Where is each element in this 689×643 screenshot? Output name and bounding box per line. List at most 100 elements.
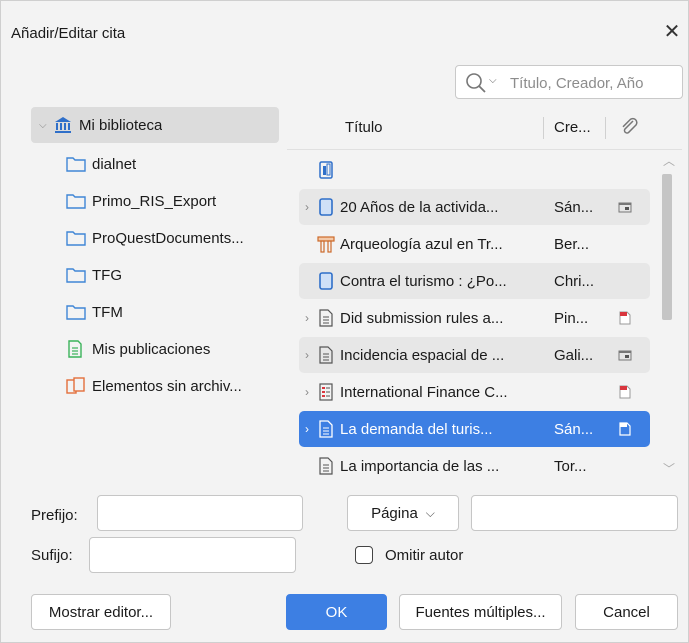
snapshot-icon[interactable] <box>615 197 635 217</box>
library-icon <box>53 116 73 134</box>
ok-button[interactable]: OK <box>286 594 387 630</box>
item-title: Did submission rules a... <box>340 309 504 327</box>
book-section-icon <box>315 160 337 180</box>
item-title: Contra el turismo : ¿Po... <box>340 272 507 290</box>
row-twisty[interactable]: › <box>299 348 315 362</box>
tree-item-label: Primo_RIS_Export <box>92 192 217 210</box>
tree-item-label: dialnet <box>92 155 137 173</box>
book-icon <box>315 197 337 217</box>
search-box[interactable]: ⌵ <box>455 65 683 99</box>
folder-icon <box>66 192 86 210</box>
pdf-icon[interactable] <box>615 308 635 328</box>
publications-icon <box>66 340 86 358</box>
suffix-label: Sufijo: <box>31 547 73 564</box>
item-creator: Tor... <box>554 457 587 475</box>
dialog-title: Añadir/Editar cita <box>11 25 126 42</box>
tree-item-my-publications[interactable]: Mis publicaciones <box>31 331 279 367</box>
snapshot-icon[interactable] <box>615 345 635 365</box>
column-divider[interactable] <box>543 117 544 139</box>
list-item-selected[interactable]: › La demanda del turis... Sán... <box>299 411 650 447</box>
row-twisty[interactable]: › <box>299 385 315 399</box>
pdf-icon[interactable] <box>615 382 635 402</box>
tree-item-label: TFM <box>92 303 123 321</box>
scroll-down-icon[interactable]: ﹀ <box>663 460 675 477</box>
list-item[interactable] <box>299 152 650 188</box>
tree-item-tfm[interactable]: TFM <box>31 294 279 330</box>
items-list-header: Título Cre... <box>287 107 682 150</box>
item-creator: Sán... <box>554 198 594 216</box>
tree-item-label: Elementos sin archiv... <box>92 377 242 395</box>
tree-item-label: Mis publicaciones <box>92 340 211 358</box>
tree-item-label: Mi biblioteca <box>79 116 163 134</box>
list-item[interactable]: › Did submission rules a... Pin... <box>299 300 650 336</box>
item-creator: Gali... <box>554 346 594 364</box>
locator-select[interactable]: Página ⌵ <box>347 495 459 531</box>
column-header-creator[interactable]: Cre... <box>554 119 591 136</box>
omit-author-label[interactable]: Omitir autor <box>385 547 463 564</box>
item-creator: Sán... <box>554 420 594 438</box>
close-icon[interactable]: ✕ <box>662 19 682 44</box>
scroll-up-icon[interactable]: ︿ <box>663 152 675 169</box>
search-mode-chevron-down-icon[interactable]: ⌵ <box>489 75 497 86</box>
document-icon <box>315 456 337 476</box>
scrollbar-thumb[interactable] <box>662 174 672 320</box>
list-item[interactable]: › International Finance C... <box>299 374 650 410</box>
add-edit-citation-dialog: Añadir/Editar cita ✕ ⌵ ⌵ Mi biblioteca d… <box>0 0 689 643</box>
paperclip-icon[interactable] <box>617 115 641 139</box>
prefix-label: Prefijo: <box>31 507 78 524</box>
item-creator: Pin... <box>554 309 589 327</box>
item-title: La demanda del turis... <box>340 420 493 438</box>
item-creator: Chri... <box>554 272 595 290</box>
list-item[interactable]: La importancia de las ... Tor... <box>299 448 650 484</box>
tree-item-proquest-documents[interactable]: ProQuestDocuments... <box>31 220 279 256</box>
item-title: 20 Años de la activida... <box>340 198 499 216</box>
expand-chevron-down-icon[interactable]: ⌵ <box>39 120 53 131</box>
tree-item-label: ProQuestDocuments... <box>92 229 244 247</box>
folder-icon <box>66 155 86 173</box>
tree-item-tfg[interactable]: TFG <box>31 257 279 293</box>
folder-icon <box>66 266 86 284</box>
row-twisty[interactable]: › <box>299 311 315 325</box>
locator-field[interactable] <box>471 495 678 531</box>
cancel-button[interactable]: Cancel <box>575 594 678 630</box>
item-title: Arqueología azul en Tr... <box>340 235 503 253</box>
item-title: La importancia de las ... <box>340 457 500 475</box>
column-header-title[interactable]: Título <box>345 119 383 136</box>
tree-item-primo-ris-export[interactable]: Primo_RIS_Export <box>31 183 279 219</box>
tree-item-my-library[interactable]: ⌵ Mi biblioteca <box>31 107 279 143</box>
pdf-icon[interactable] <box>615 419 635 439</box>
list-item[interactable]: › 20 Años de la activida... Sán... <box>299 189 650 225</box>
book-icon <box>315 271 337 291</box>
item-creator: Ber... <box>554 235 590 253</box>
list-item[interactable]: Arqueología azul en Tr... Ber... <box>299 226 650 262</box>
row-twisty[interactable]: › <box>299 200 315 214</box>
multiple-sources-button[interactable]: Fuentes múltiples... <box>399 594 562 630</box>
tree-item-label: TFG <box>92 266 122 284</box>
row-twisty[interactable]: › <box>299 422 315 436</box>
tree-item-unfiled-items[interactable]: Elementos sin archiv... <box>31 368 279 404</box>
chevron-down-icon: ⌵ <box>425 505 435 520</box>
item-title: International Finance C... <box>340 383 508 401</box>
unfiled-items-icon <box>66 377 86 395</box>
document-icon <box>315 345 337 365</box>
collection-tree: ⌵ Mi biblioteca dialnet Primo_RIS_Export… <box>31 107 279 479</box>
thesis-icon <box>315 234 337 254</box>
list-item[interactable]: Contra el turismo : ¿Po... Chri... <box>299 263 650 299</box>
column-divider[interactable] <box>605 117 606 139</box>
folder-icon <box>66 229 86 247</box>
document-icon <box>315 308 337 328</box>
items-list: Título Cre... › 20 Años de la activida..… <box>287 107 682 479</box>
show-editor-button[interactable]: Mostrar editor... <box>31 594 171 630</box>
omit-author-checkbox[interactable] <box>355 546 373 564</box>
tree-item-dialnet[interactable]: dialnet <box>31 146 279 182</box>
report-icon <box>315 382 337 402</box>
search-icon[interactable] <box>464 72 488 94</box>
items-rows: › 20 Años de la activida... Sán... Arque… <box>287 152 653 479</box>
list-item[interactable]: › Incidencia espacial de ... Gali... <box>299 337 650 373</box>
suffix-field[interactable] <box>89 537 296 573</box>
prefix-field[interactable] <box>97 495 303 531</box>
search-input[interactable] <box>508 70 682 96</box>
item-title: Incidencia espacial de ... <box>340 346 505 364</box>
items-scrollbar[interactable]: ︿ ﹀ <box>659 152 679 479</box>
folder-icon <box>66 303 86 321</box>
